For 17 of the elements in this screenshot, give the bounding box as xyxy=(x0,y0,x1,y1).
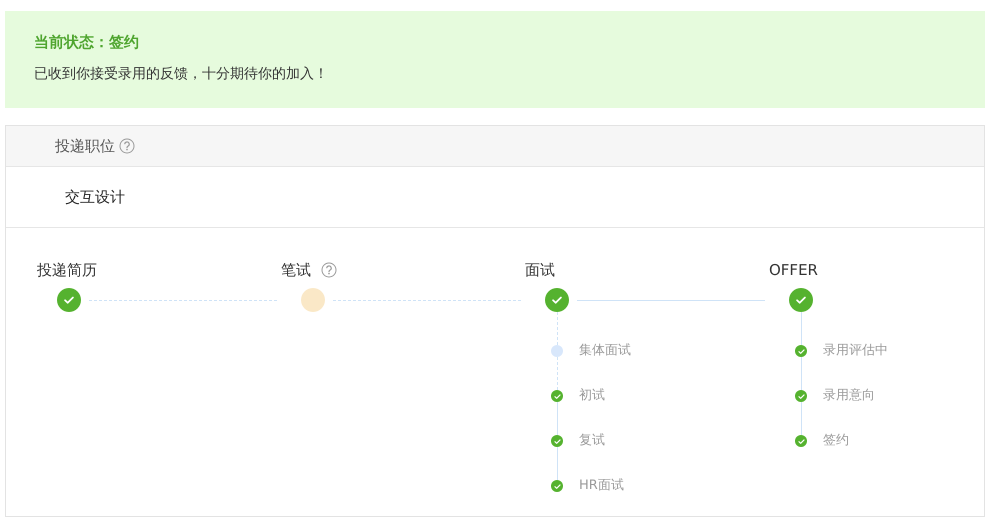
substep-label: 录用意向 xyxy=(823,390,875,402)
step-label: 面试 xyxy=(525,260,555,281)
section-title: 投递职位 xyxy=(55,136,115,157)
substep-label: 集体面试 xyxy=(579,345,631,357)
substep-label: HR面试 xyxy=(579,480,624,492)
help-icon[interactable] xyxy=(119,138,135,154)
position-name: 交互设计 xyxy=(65,186,125,208)
step-label: OFFER xyxy=(769,260,818,281)
step-label: 笔试 xyxy=(281,260,311,281)
status-title: 当前状态：签约 xyxy=(34,32,139,53)
substep-label: 签约 xyxy=(823,435,849,447)
step-label: 投递简历 xyxy=(37,260,97,281)
status-message: 已收到你接受录用的反馈，十分期待你的加入！ xyxy=(34,64,328,84)
substep-label: 复试 xyxy=(579,435,605,447)
help-icon[interactable] xyxy=(321,262,337,278)
substep-label: 初试 xyxy=(579,390,605,402)
substep-label: 录用评估中 xyxy=(823,345,888,357)
